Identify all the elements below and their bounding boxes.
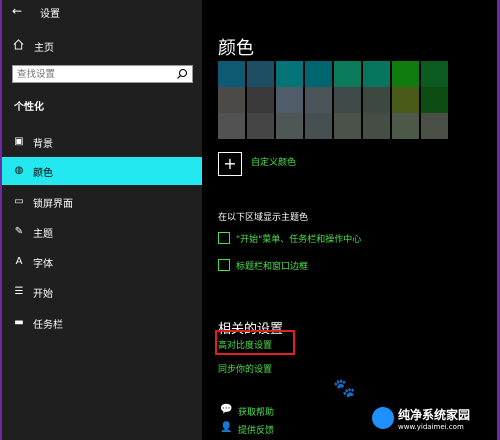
sidebar-item-label: 任务栏 [33, 320, 63, 331]
taskbar-icon: ▬ [14, 317, 24, 328]
highlight-box [215, 330, 295, 355]
sidebar-item-label: 字体 [33, 259, 53, 270]
paw-watermark-icon: 🐾 [333, 378, 356, 399]
color-swatch[interactable] [276, 87, 303, 113]
feedback-icon: 👤 [220, 422, 233, 433]
color-swatch[interactable] [421, 87, 448, 113]
color-swatch[interactable] [363, 87, 390, 113]
sidebar-item-label: 开始 [33, 289, 53, 300]
color-swatch[interactable] [305, 87, 332, 113]
search-icon[interactable] [176, 68, 188, 80]
color-swatch[interactable] [305, 61, 332, 87]
sidebar-item-fonts[interactable]: A 字体 [2, 248, 202, 276]
watermark-url: www.yidaimei.com [398, 423, 464, 431]
color-swatch[interactable] [334, 113, 361, 139]
font-icon: A [15, 256, 23, 267]
color-swatch[interactable] [363, 61, 390, 87]
color-swatch[interactable] [218, 113, 245, 139]
custom-color-link[interactable]: 自定义颜色 [251, 155, 296, 168]
color-swatch[interactable] [276, 61, 303, 87]
sidebar: ← 设置 主页 个性化 ▣ 背景 ◍ 颜色 ▭ 锁屏界面 ✎ 主题 A 字体 ☰… [2, 0, 202, 440]
get-help-link[interactable]: 获取帮助 [238, 405, 274, 418]
help-icon: 💬 [220, 404, 233, 415]
sidebar-item-lock-screen[interactable]: ▭ 锁屏界面 [2, 188, 202, 216]
feedback-link[interactable]: 提供反馈 [238, 423, 274, 436]
color-swatch[interactable] [276, 113, 303, 139]
sidebar-item-label: 锁屏界面 [33, 199, 73, 210]
color-swatch[interactable] [363, 113, 390, 139]
custom-color-button[interactable]: + [218, 152, 242, 176]
color-swatch[interactable] [247, 61, 274, 87]
title-bar: ← 设置 [2, 0, 202, 24]
sidebar-item-taskbar[interactable]: ▬ 任务栏 [2, 309, 202, 337]
color-swatch[interactable] [334, 87, 361, 113]
page-title: 颜色 [218, 38, 254, 59]
color-swatch[interactable] [421, 61, 448, 87]
lock-screen-icon: ▭ [14, 196, 24, 207]
sidebar-item-background[interactable]: ▣ 背景 [2, 128, 202, 156]
plus-icon: + [223, 154, 237, 173]
palette-icon: ◍ [14, 165, 24, 176]
watermark: 纯净系统家园 www.yidaimei.com [372, 402, 492, 436]
home-icon [13, 39, 24, 50]
color-swatch[interactable] [421, 113, 448, 139]
color-swatch[interactable] [392, 113, 419, 139]
color-swatch[interactable] [392, 87, 419, 113]
color-swatch[interactable] [218, 87, 245, 113]
sidebar-item-label: 颜色 [33, 168, 53, 179]
title-bars-checkbox-label[interactable]: 标题栏和窗口边框 [236, 259, 308, 272]
sidebar-item-label: 主页 [34, 43, 54, 54]
sidebar-item-home[interactable]: 主页 [2, 36, 202, 56]
back-arrow-icon[interactable]: ← [12, 4, 22, 18]
title-bars-checkbox[interactable] [218, 259, 230, 271]
window-title: 设置 [40, 9, 60, 20]
search-box[interactable] [12, 65, 193, 83]
theme-icon: ✎ [14, 226, 24, 237]
sync-settings-link[interactable]: 同步你的设置 [218, 362, 272, 375]
sidebar-item-themes[interactable]: ✎ 主题 [2, 218, 202, 246]
search-input[interactable] [13, 66, 173, 82]
start-taskbar-checkbox-label[interactable]: "开始"菜单、任务栏和操作中心 [236, 232, 361, 245]
show-accent-label: 在以下区域显示主题色 [218, 213, 309, 223]
sidebar-item-colors[interactable]: ◍ 颜色 [2, 157, 202, 185]
start-taskbar-checkbox[interactable] [218, 232, 230, 244]
color-swatch[interactable] [392, 61, 419, 87]
watermark-logo-icon [372, 407, 394, 429]
color-swatch[interactable] [218, 61, 245, 87]
color-swatch[interactable] [334, 61, 361, 87]
main-panel: 颜色 + 自定义颜色 在以下区域显示主题色 "开始"菜单、任务栏和操作中心 标题… [202, 0, 497, 440]
sidebar-item-label: 背景 [33, 139, 53, 150]
sidebar-item-label: 主题 [33, 229, 53, 240]
color-swatch[interactable] [247, 87, 274, 113]
section-title: 个性化 [14, 102, 44, 113]
start-icon: ☰ [14, 286, 24, 297]
sidebar-item-start[interactable]: ☰ 开始 [2, 278, 202, 306]
image-icon: ▣ [14, 136, 24, 147]
color-swatch[interactable] [247, 113, 274, 139]
color-swatch[interactable] [305, 113, 332, 139]
watermark-name: 纯净系统家园 [398, 408, 471, 422]
